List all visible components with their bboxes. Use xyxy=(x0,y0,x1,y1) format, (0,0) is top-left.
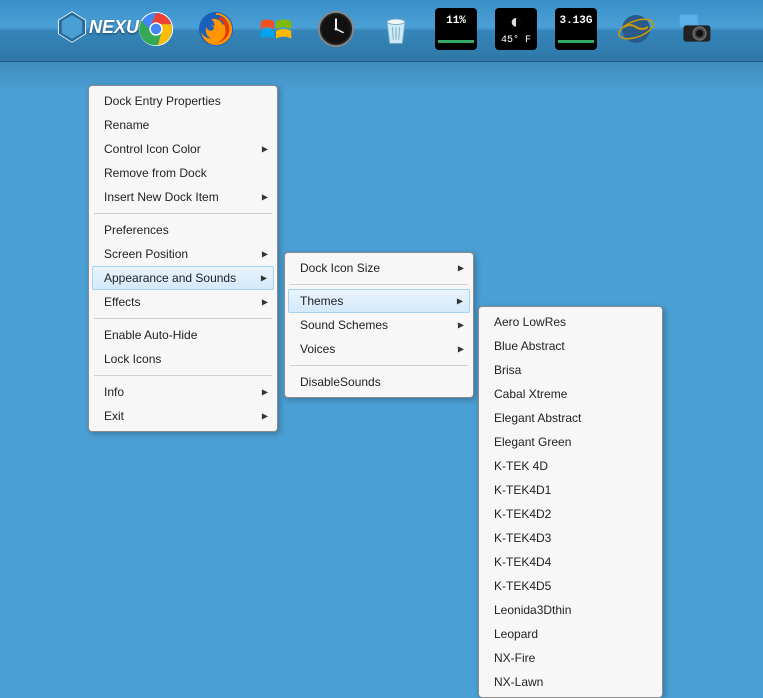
menu-item[interactable]: Appearance and Sounds xyxy=(92,266,274,290)
dock-icons-row: 11% ◐45° F 3.13G xyxy=(135,8,717,50)
recycle-bin-icon[interactable] xyxy=(375,8,417,50)
menu-item[interactable]: Effects xyxy=(92,290,274,314)
weather-widget[interactable]: ◐45° F xyxy=(495,8,537,50)
theme-item[interactable]: Leopard xyxy=(482,622,659,646)
menu-item[interactable]: Sound Schemes xyxy=(288,313,470,337)
menu-item[interactable]: Voices xyxy=(288,337,470,361)
theme-item[interactable]: K-TEK4D2 xyxy=(482,502,659,526)
theme-item[interactable]: NX-Lawn xyxy=(482,670,659,694)
menu-item[interactable]: Rename xyxy=(92,113,274,137)
camera-icon[interactable] xyxy=(675,8,717,50)
cpu-percent: 11% xyxy=(446,15,466,27)
menu-item[interactable]: Screen Position xyxy=(92,242,274,266)
firefox-icon[interactable] xyxy=(195,8,237,50)
windows-icon[interactable] xyxy=(255,8,297,50)
menu-separator xyxy=(94,318,272,319)
menu-item[interactable]: Dock Entry Properties xyxy=(92,89,274,113)
menu-item[interactable]: Themes xyxy=(288,289,470,313)
context-menu-appearance: Dock Icon Size ThemesSound SchemesVoices D… xyxy=(284,252,474,398)
dock-bar: NEXUS 11% ◐45° F 3.13G xyxy=(0,0,763,62)
theme-item[interactable]: NX-Fire xyxy=(482,646,659,670)
menu-item[interactable]: Remove from Dock xyxy=(92,161,274,185)
menu-item[interactable]: Exit xyxy=(92,404,274,428)
context-menu-main: Dock Entry PropertiesRenameControl Icon … xyxy=(88,85,278,432)
theme-item[interactable]: Cabal Xtreme xyxy=(482,382,659,406)
menu-item[interactable]: Dock Icon Size xyxy=(288,256,470,280)
temp-value: 45° F xyxy=(501,35,531,46)
menu-item[interactable]: Info xyxy=(92,380,274,404)
theme-item[interactable]: Elegant Green xyxy=(482,430,659,454)
menu-item[interactable]: Insert New Dock Item xyxy=(92,185,274,209)
theme-item[interactable]: Elegant Abstract xyxy=(482,406,659,430)
context-menu-themes: Aero LowResBlue AbstractBrisaCabal Xtrem… xyxy=(478,306,663,698)
menu-item[interactable]: DisableSounds xyxy=(288,370,470,394)
ram-value: 3.13G xyxy=(559,15,592,27)
menu-separator xyxy=(290,284,468,285)
menu-separator xyxy=(290,365,468,366)
menu-item[interactable]: Control Icon Color xyxy=(92,137,274,161)
menu-separator xyxy=(94,375,272,376)
menu-item[interactable]: Enable Auto-Hide xyxy=(92,323,274,347)
clock-icon[interactable] xyxy=(315,8,357,50)
menu-separator xyxy=(94,213,272,214)
nexus-logo-icon xyxy=(55,10,89,44)
menu-item[interactable]: Lock Icons xyxy=(92,347,274,371)
theme-item[interactable]: K-TEK4D5 xyxy=(482,574,659,598)
theme-item[interactable]: Leonida3Dthin xyxy=(482,598,659,622)
menu-item[interactable]: Preferences xyxy=(92,218,274,242)
theme-item[interactable]: K-TEK4D1 xyxy=(482,478,659,502)
ram-widget[interactable]: 3.13G xyxy=(555,8,597,50)
chrome-icon[interactable] xyxy=(135,8,177,50)
theme-item[interactable]: K-TEK4D4 xyxy=(482,550,659,574)
theme-item[interactable]: K-TEK 4D xyxy=(482,454,659,478)
theme-item[interactable]: Aero LowRes xyxy=(482,310,659,334)
theme-item[interactable]: K-TEK4D3 xyxy=(482,526,659,550)
theme-item[interactable]: Blue Abstract xyxy=(482,334,659,358)
globe-icon[interactable] xyxy=(615,8,657,50)
theme-item[interactable]: Brisa xyxy=(482,358,659,382)
cpu-widget[interactable]: 11% xyxy=(435,8,477,50)
